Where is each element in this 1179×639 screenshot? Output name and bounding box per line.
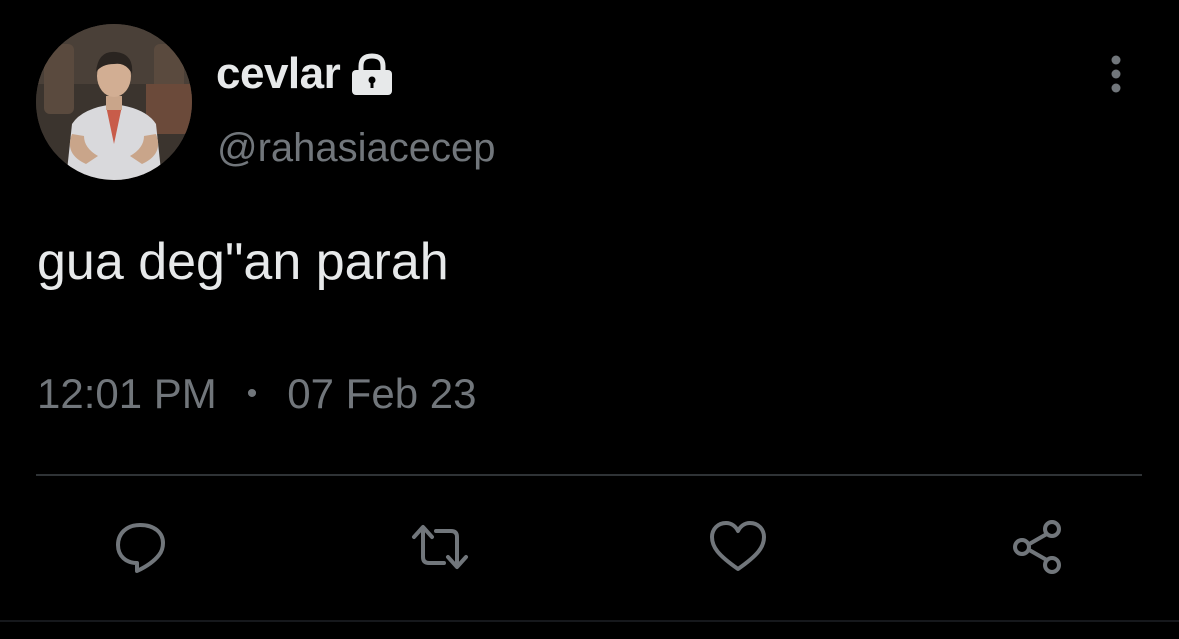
share-button[interactable] — [1006, 515, 1070, 579]
heart-icon — [710, 521, 766, 571]
tweet-date: 07 Feb 23 — [287, 370, 477, 417]
more-vertical-icon — [1111, 55, 1121, 93]
like-button[interactable] — [706, 515, 770, 579]
retweet-icon — [412, 525, 468, 569]
user-handle[interactable]: @rahasiacecep — [217, 126, 496, 171]
meta-separator: • — [246, 377, 258, 410]
action-bar — [0, 515, 1179, 579]
avatar[interactable] — [36, 24, 192, 180]
display-name[interactable]: cevlar — [216, 49, 341, 99]
display-name-row[interactable]: cevlar — [216, 44, 396, 104]
avatar-photo — [36, 24, 192, 180]
retweet-button[interactable] — [408, 515, 472, 579]
tweet-timestamp[interactable]: 12:01 PM • 07 Feb 23 — [37, 370, 476, 418]
reply-icon — [116, 523, 165, 573]
lock-icon — [348, 53, 396, 97]
bottom-divider — [0, 620, 1179, 622]
divider — [36, 474, 1142, 476]
share-icon — [1013, 520, 1061, 574]
reply-button[interactable] — [108, 515, 172, 579]
more-options-button[interactable] — [1094, 52, 1138, 96]
tweet-text: gua deg"an parah — [37, 233, 449, 291]
tweet-time: 12:01 PM — [37, 370, 217, 417]
